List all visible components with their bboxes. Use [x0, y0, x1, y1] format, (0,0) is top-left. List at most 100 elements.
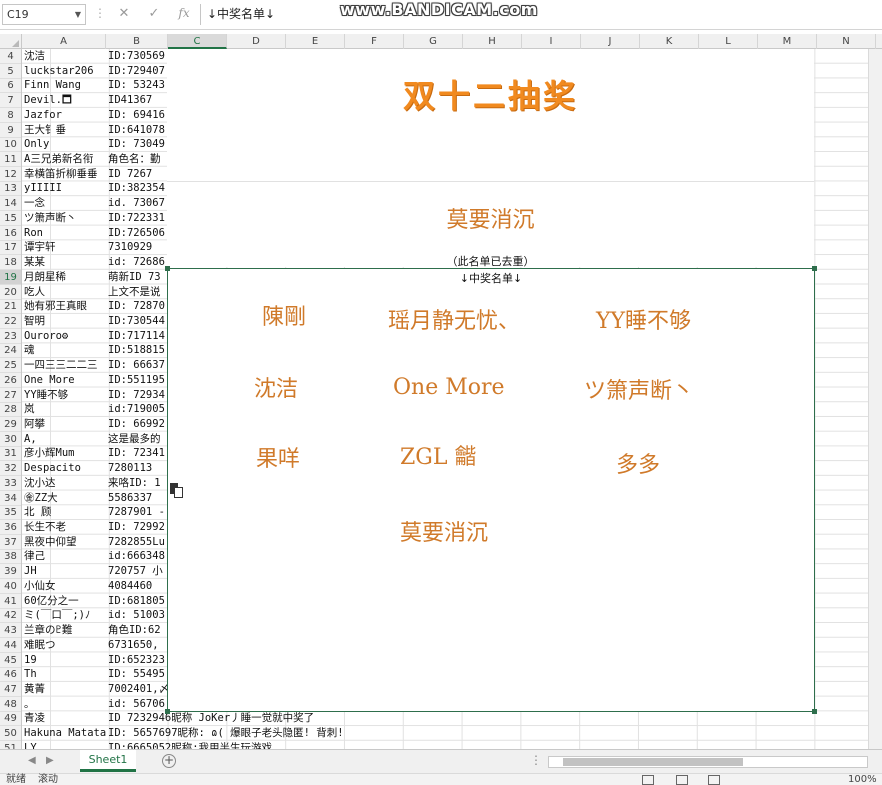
row-number[interactable]: 48 [0, 697, 21, 712]
row-number[interactable]: 10 [0, 137, 21, 153]
winners-box[interactable]: ↓中奖名单↓ 陳剛 瑶月静无忧、 YY睡不够 沈洁 One More ツ箫声断丶… [165, 266, 817, 714]
cancel-icon[interactable]: ✕ [114, 6, 134, 21]
cell-b-id[interactable]: 6731650, [106, 638, 168, 653]
cell-b-id[interactable]: ID:681805 [106, 594, 168, 609]
horizontal-scrollbar[interactable] [548, 756, 868, 768]
cell-b-id[interactable]: ID: 72992 [106, 520, 168, 535]
cell-b-id[interactable]: ID:551195 [106, 373, 168, 388]
row-number[interactable]: 28 [0, 402, 21, 418]
select-all-corner[interactable] [0, 34, 22, 49]
confirm-icon[interactable]: ✓ [144, 6, 164, 21]
row-number[interactable]: 43 [0, 623, 21, 639]
cell-a-name[interactable]: 60亿分之一 [22, 594, 106, 609]
column-header-a[interactable]: A [22, 34, 106, 49]
cell-a-name[interactable]: 19 [22, 653, 106, 668]
column-header-e[interactable]: E [286, 34, 345, 49]
column-header-g[interactable]: G [404, 34, 463, 49]
cell-a-name[interactable]: A, [22, 432, 106, 447]
cell-b-id[interactable]: 7002401,〆 [106, 682, 168, 697]
row-number[interactable]: 17 [0, 240, 21, 256]
row-number[interactable]: 7 [0, 93, 21, 109]
cell-b-id[interactable]: ID: 66637 [106, 358, 168, 373]
row-number[interactable]: 13 [0, 181, 21, 197]
tab-splitter-icon[interactable]: ⋮ [530, 753, 542, 767]
row-number[interactable]: 46 [0, 667, 21, 683]
cell-b-id[interactable]: ID41367 [106, 93, 168, 108]
add-sheet-button[interactable]: + [162, 754, 176, 768]
chevron-right-icon[interactable]: ▶ [46, 755, 54, 766]
vertical-scrollbar[interactable] [868, 49, 882, 749]
cell-a-name[interactable]: 某某 [22, 255, 106, 270]
cell-b-id[interactable]: ID:652323 [106, 653, 168, 668]
row-number[interactable]: 37 [0, 535, 21, 550]
row-number[interactable]: 14 [0, 196, 21, 212]
chevron-left-icon[interactable]: ◀ [28, 755, 36, 766]
row-number[interactable]: 31 [0, 446, 21, 462]
cell-a-name[interactable]: 兰章の♇難 [22, 623, 106, 638]
cell-a-name[interactable]: 律己 [22, 549, 106, 564]
cell-b-id[interactable]: ID:382354 [106, 181, 168, 196]
cell-b-id[interactable]: ID:722331 [106, 211, 168, 226]
cell-a-name[interactable]: 王大钅垂 [22, 123, 106, 138]
cell-b-id[interactable]: id:719005 [106, 402, 168, 417]
column-header-k[interactable]: K [640, 34, 699, 49]
column-header-l[interactable]: L [699, 34, 758, 49]
normal-view-icon[interactable] [642, 775, 654, 785]
resize-handle[interactable] [165, 709, 170, 714]
cell-b-id[interactable]: 7287901 - [106, 505, 168, 520]
column-header-d[interactable]: D [227, 34, 286, 49]
zoom-level[interactable]: 100% [848, 774, 877, 785]
cell-a-name[interactable]: 难眠つ [22, 638, 106, 653]
row-number[interactable]: 22 [0, 314, 21, 329]
cell-a-name[interactable]: 岚 [22, 402, 106, 417]
row-number[interactable]: 19 [0, 269, 21, 285]
resize-handle[interactable] [165, 266, 170, 271]
cell-a-name[interactable]: YY睡不够 [22, 388, 106, 403]
insert-function-icon[interactable]: fx [174, 6, 194, 20]
cell-a-name[interactable]: 一念 [22, 196, 106, 211]
cell-b-id[interactable]: ID: 73049 [106, 137, 168, 152]
cell-a-name[interactable]: Th [22, 667, 106, 682]
resize-handle[interactable] [812, 709, 817, 714]
cell-a-name[interactable]: 一四三三二二三 [22, 358, 106, 373]
cell-b-id[interactable]: ID: 5657697昵称: ɷ( 爆眼子老头隐匿! 背刺! [106, 726, 506, 741]
cell-b-id[interactable]: ID:729407 [106, 64, 168, 79]
row-number[interactable]: 20 [0, 285, 21, 300]
cell-a-name[interactable]: 小仙女 [22, 579, 106, 594]
cell-b-id[interactable]: ID: 55495 [106, 667, 168, 682]
cell-a-name[interactable]: A三兄弟新名衔 [22, 152, 106, 167]
title-shape[interactable]: 双十二抽奖 [167, 49, 814, 181]
cell-a-name[interactable]: luckstar206 [22, 64, 106, 79]
name-box[interactable]: C19 ▼ [2, 4, 86, 25]
row-number[interactable]: 6 [0, 78, 21, 94]
cell-a-name[interactable]: JH [22, 564, 106, 579]
cell-b-id[interactable]: 5586337 [106, 491, 168, 506]
cell-a-name[interactable]: Ouroro⚙ [22, 329, 106, 344]
cell-b-id[interactable]: 7310929 [106, 240, 168, 255]
cell-b-id[interactable]: id. 73067 [106, 196, 168, 211]
row-number[interactable]: 32 [0, 461, 21, 477]
cell-b-id[interactable]: 角色ID:62 [106, 623, 168, 638]
cell-a-name[interactable]: 。 [22, 697, 106, 712]
cell-a-name[interactable]: ミ(￣口￣;)ﾉ [22, 608, 106, 623]
cell-b-id[interactable]: ID: 72934 [106, 388, 168, 403]
row-number[interactable]: 21 [0, 299, 21, 315]
cell-b-id[interactable]: id: 56706 [106, 697, 168, 712]
cell-b-id[interactable]: ID:641078 [106, 123, 168, 138]
resize-handle[interactable] [812, 266, 817, 271]
cell-a-name[interactable]: 黑夜中仰望 [22, 535, 106, 550]
row-number[interactable]: 5 [0, 64, 21, 79]
page-break-icon[interactable] [708, 775, 720, 785]
cell-a-name[interactable]: 青凌 [22, 711, 106, 726]
row-number[interactable]: 23 [0, 329, 21, 344]
cell-b-id[interactable]: ID: 66992 [106, 417, 168, 432]
sheet-tab-sheet1[interactable]: Sheet1 [80, 750, 136, 772]
cell-b-id[interactable]: id: 72686 [106, 255, 168, 270]
cell-a-name[interactable]: Devil.🗖 [22, 93, 106, 108]
row-number[interactable]: 12 [0, 167, 21, 182]
column-header-j[interactable]: J [581, 34, 640, 49]
cell-a-name[interactable]: 魂 [22, 343, 106, 358]
row-number[interactable]: 45 [0, 653, 21, 668]
cell-a-name[interactable]: 沈洁 [22, 49, 106, 64]
cell-b-id[interactable]: ID:717114 [106, 329, 168, 344]
